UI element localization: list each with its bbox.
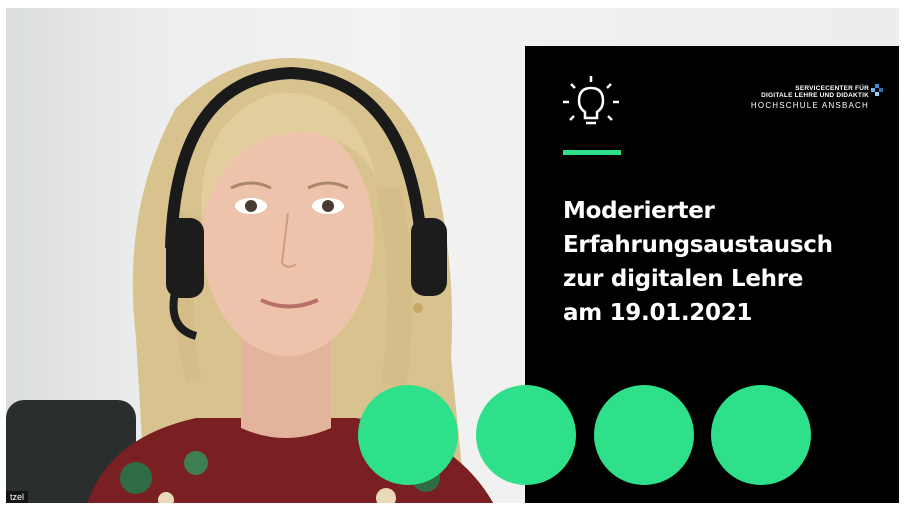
decorative-circle xyxy=(711,385,811,485)
accent-bar xyxy=(563,150,621,155)
slide-title: Moderierter Erfahrungsaustausch zur digi… xyxy=(563,194,883,330)
video-call-frame: tzel SERVICECENTER FÜR DIGITALE LEHRE UN… xyxy=(0,0,904,507)
slide-title-line: zur digitalen Lehre xyxy=(563,266,804,292)
participant-figure xyxy=(87,58,494,503)
slide-title-line: Erfahrungsaustausch xyxy=(563,232,833,258)
lightbulb-icon xyxy=(563,76,619,125)
participant-name-tag: tzel xyxy=(6,491,29,503)
decorative-circle xyxy=(358,385,458,485)
logo-mark-icon xyxy=(871,84,883,96)
logo-line-3: HOCHSCHULE ANSBACH xyxy=(750,100,869,110)
decorative-circle xyxy=(594,385,694,485)
shirt-pattern xyxy=(184,451,208,475)
logo-line-2: DIGITALE LEHRE UND DIDAKTIK xyxy=(761,91,869,99)
decorative-circle xyxy=(476,385,576,485)
slide-title-line: am 19.01.2021 xyxy=(563,300,753,326)
slide-title-line: Moderierter xyxy=(563,198,715,224)
shirt-pattern xyxy=(120,462,152,494)
institution-logo: SERVICECENTER FÜR DIGITALE LEHRE UND DID… xyxy=(750,84,883,110)
